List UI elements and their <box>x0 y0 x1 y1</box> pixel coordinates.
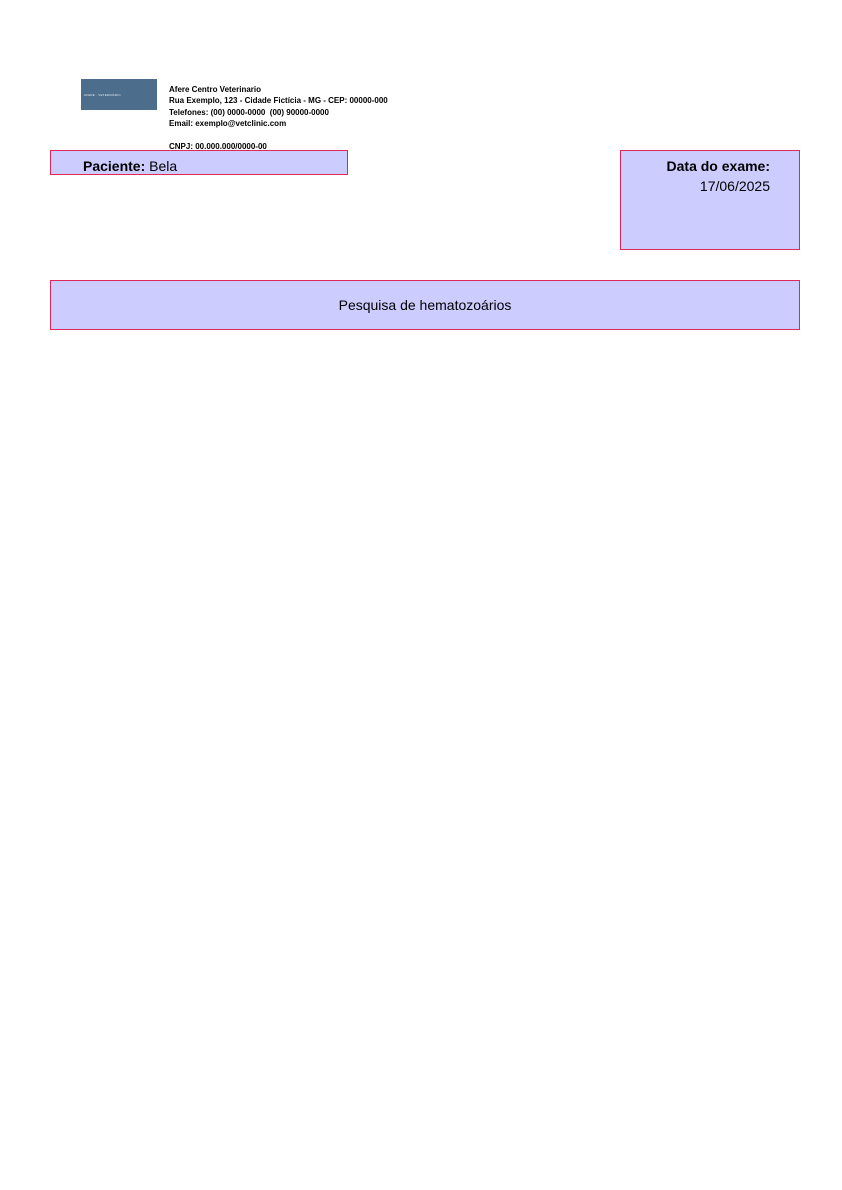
exam-title: Pesquisa de hematozoários <box>338 297 512 313</box>
logo-text: AFERE · VETERINÁRIO <box>84 92 121 97</box>
clinic-logo: AFERE · VETERINÁRIO <box>81 79 157 110</box>
clinic-phones: Telefones: (00) 0000-0000 (00) 90000-000… <box>169 107 329 117</box>
exam-date-value: 17/06/2025 <box>699 178 770 194</box>
exam-date-label: Data do exame: <box>666 158 770 174</box>
clinic-address: Rua Exemplo, 123 - Cidade Fictícia - MG … <box>169 96 388 106</box>
exam-date-box: Data do exame: 17/06/2025 <box>620 150 800 250</box>
patient-name: Bela <box>149 158 178 174</box>
patient-label: Paciente: <box>83 158 146 174</box>
clinic-info: Afere Centro Veterinario Rua Exemplo, 12… <box>169 84 388 152</box>
clinic-email: Email: exemplo@vetclinic.com <box>169 119 287 129</box>
patient-box: Paciente: Bela <box>50 150 348 175</box>
clinic-name: Afere Centro Veterinario <box>169 85 262 94</box>
exam-title-box: Pesquisa de hematozoários <box>50 280 800 330</box>
patient-line: Paciente: Bela <box>83 158 177 174</box>
